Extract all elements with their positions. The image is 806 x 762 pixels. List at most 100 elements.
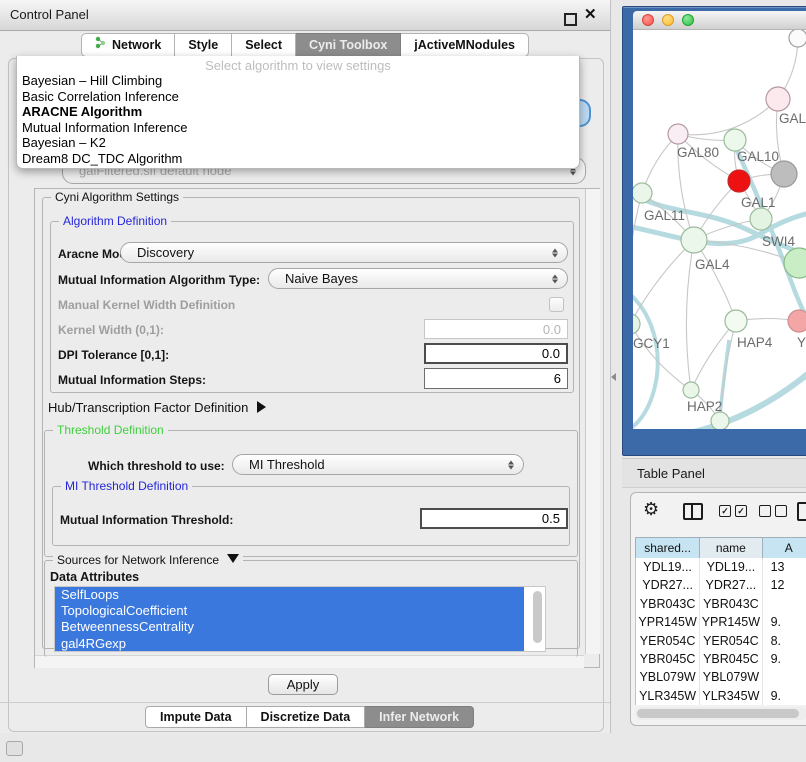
- node-table-window: ⚙ ✓✓ shared...nameA YDL19...YDL19...13YD…: [630, 492, 806, 726]
- algorithm-option-bayesian-hill-climbing[interactable]: Bayesian – Hill Climbing: [17, 73, 579, 89]
- node-label-y: Y: [797, 335, 806, 350]
- attribute-list-scrollbar-thumb[interactable]: [533, 591, 542, 643]
- mi-algorithm-type-label: Mutual Information Algorithm Type:: [58, 273, 260, 287]
- table-horizontal-scrollbar[interactable]: [635, 707, 806, 720]
- table-row[interactable]: YBR045CYBR045C9.: [636, 650, 806, 668]
- algorithm-option-aracne-algorithm[interactable]: ARACNE Algorithm: [17, 104, 579, 120]
- kernel-width-label: Kernel Width (0,1):: [58, 323, 164, 337]
- data-attributes-label: Data Attributes: [50, 570, 139, 584]
- table-cell: YLR345W: [636, 687, 700, 705]
- table-header-row: shared...nameA: [635, 537, 806, 558]
- combo-arrows-icon: [508, 460, 514, 469]
- which-threshold-combobox[interactable]: MI Threshold: [232, 454, 524, 475]
- dpi-tolerance-field[interactable]: 0.0: [424, 343, 568, 364]
- tab-infer-network[interactable]: Infer Network: [365, 706, 474, 728]
- node-label-gal1: GAL1: [741, 195, 776, 210]
- threshold-definition-title: Threshold Definition: [53, 423, 168, 437]
- split-view-icon[interactable]: [683, 503, 703, 520]
- combo-arrows-icon: [552, 274, 558, 283]
- kernel-width-field[interactable]: 0.0: [424, 319, 568, 339]
- column-header-a[interactable]: A: [763, 538, 806, 559]
- network-node-gal80[interactable]: [668, 124, 688, 144]
- algorithm-option-bayesian-k2[interactable]: Bayesian – K2: [17, 135, 579, 151]
- aracne-mode-value: Discovery: [137, 243, 194, 262]
- splitpane-collapse-arrow-icon[interactable]: [611, 373, 616, 381]
- combo-arrows-icon: [552, 248, 558, 257]
- network-node-gal11[interactable]: [633, 183, 652, 203]
- table-cell: YDR27...: [636, 576, 700, 594]
- table-row[interactable]: YDR27...YDR27...12: [636, 576, 806, 594]
- network-node-swi4[interactable]: [750, 208, 772, 230]
- dpi-tolerance-label: DPI Tolerance [0,1]:: [58, 348, 169, 362]
- mi-algorithm-type-value: Naive Bayes: [285, 269, 358, 288]
- algorithm-option-dream8-dc-tdc-algorithm[interactable]: Dream8 DC_TDC Algorithm: [17, 151, 579, 167]
- table-row[interactable]: YBR043CYBR043C: [636, 595, 806, 613]
- mi-threshold-field[interactable]: 0.5: [420, 508, 568, 529]
- apply-button[interactable]: Apply: [268, 674, 338, 695]
- column-header-name[interactable]: name: [700, 538, 762, 559]
- data-attributes-list[interactable]: SelfLoopsTopologicalCoefficientBetweenne…: [54, 586, 546, 652]
- network-node-bnode[interactable]: [711, 412, 729, 429]
- close-icon[interactable]: ✕: [584, 6, 597, 24]
- tab-cyni-toolbox[interactable]: Cyni Toolbox: [296, 33, 401, 57]
- table-panel-header: Table Panel: [622, 458, 806, 488]
- aracne-mode-combobox[interactable]: Discovery: [120, 242, 568, 263]
- algorithm-option-basic-correlation-inference[interactable]: Basic Correlation Inference: [17, 89, 579, 105]
- manual-kernel-width-checkbox[interactable]: [549, 297, 564, 312]
- table-row[interactable]: YDL19...YDL19...13: [636, 558, 806, 576]
- network-node-gal[interactable]: [766, 87, 790, 111]
- network-node-y[interactable]: [788, 310, 806, 332]
- network-node-gal4[interactable]: [681, 227, 707, 253]
- minimize-traffic-light-icon[interactable]: [662, 14, 674, 26]
- select-all-checkboxes-icon[interactable]: ✓✓: [719, 505, 747, 517]
- attribute-item-topologicalcoefficient[interactable]: TopologicalCoefficient: [55, 603, 524, 619]
- gear-icon[interactable]: ⚙: [643, 500, 659, 518]
- network-node-hap2[interactable]: [683, 382, 699, 398]
- network-window-titlebar[interactable]: [633, 11, 806, 30]
- table-horizontal-scrollbar-thumb[interactable]: [637, 709, 799, 718]
- attribute-item-betweennesscentrality[interactable]: BetweennessCentrality: [55, 619, 524, 635]
- new-table-icon[interactable]: [797, 502, 806, 521]
- mi-algorithm-type-combobox[interactable]: Naive Bayes: [268, 268, 568, 289]
- attribute-list-scrollbar[interactable]: [531, 589, 544, 647]
- network-node-hap4[interactable]: [725, 310, 747, 332]
- tab-discretize-data[interactable]: Discretize Data: [247, 706, 366, 728]
- collapsed-arrow-icon: [257, 401, 266, 413]
- deselect-all-checkboxes-icon[interactable]: [759, 505, 787, 517]
- tab-jactivemnodules[interactable]: jActiveMNodules: [401, 33, 529, 57]
- float-window-icon[interactable]: [564, 13, 577, 26]
- close-traffic-light-icon[interactable]: [642, 14, 654, 26]
- network-node-gal1[interactable]: [728, 170, 750, 192]
- tab-select[interactable]: Select: [232, 33, 296, 57]
- table-row[interactable]: YLR345WYLR345W9.: [636, 687, 806, 705]
- network-node-grayn[interactable]: [771, 161, 797, 187]
- attribute-item-selfloops[interactable]: SelfLoops: [55, 587, 524, 603]
- table-cell: YER054C: [700, 632, 762, 650]
- network-node-gcy1[interactable]: [633, 314, 640, 334]
- table-cell: YPR145W: [636, 613, 700, 631]
- table-cell: YER054C: [636, 632, 700, 650]
- tab-network[interactable]: Network: [81, 33, 175, 57]
- vertical-scrollbar[interactable]: [585, 189, 600, 654]
- table-cell: YDL19...: [636, 558, 700, 576]
- network-canvas[interactable]: GALGAL80GAL10GAL1GAL11SWI4GAL4GCY1HAP4YH…: [633, 30, 806, 429]
- node-label-hap2: HAP2: [687, 399, 722, 414]
- tab-style[interactable]: Style: [175, 33, 232, 57]
- mi-steps-field[interactable]: 6: [424, 368, 568, 389]
- table-row[interactable]: YBL079WYBL079W: [636, 668, 806, 686]
- column-header-shared[interactable]: shared...: [636, 538, 700, 559]
- table-row[interactable]: YER054CYER054C8.: [636, 632, 806, 650]
- network-node-gal10[interactable]: [724, 129, 746, 151]
- network-node-topn[interactable]: [789, 30, 806, 47]
- node-label-swi4: SWI4: [762, 234, 795, 249]
- network-view-window: GALGAL80GAL10GAL1GAL11SWI4GAL4GCY1HAP4YH…: [622, 6, 806, 456]
- panel-handle-icon[interactable]: [6, 741, 23, 756]
- zoom-traffic-light-icon[interactable]: [682, 14, 694, 26]
- algorithm-option-mutual-information-inference[interactable]: Mutual Information Inference: [17, 120, 579, 136]
- tab-impute-data[interactable]: Impute Data: [145, 706, 247, 728]
- network-icon: [95, 34, 107, 56]
- control-panel-tabbar: NetworkStyleSelectCyni ToolboxjActiveMNo…: [0, 33, 610, 57]
- table-row[interactable]: YPR145WYPR145W9.: [636, 613, 806, 631]
- hub-definition-toggle[interactable]: Hub/Transcription Factor Definition: [48, 400, 266, 415]
- attribute-item-gal4rgexp[interactable]: gal4RGexp: [55, 636, 524, 652]
